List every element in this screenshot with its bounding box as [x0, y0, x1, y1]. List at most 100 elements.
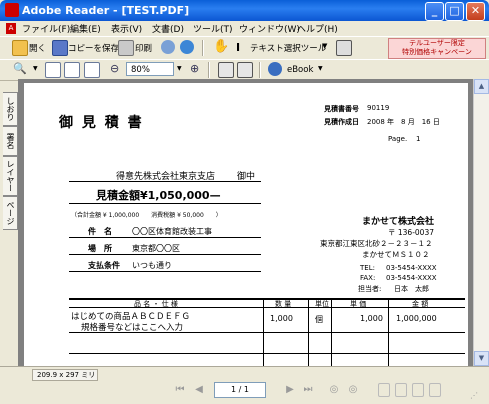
- promo-banner[interactable]: テルユーザー限定 特別価格キャンペーン: [388, 38, 486, 59]
- resize-grip-icon[interactable]: ⋰: [470, 391, 482, 401]
- adobe-reader-icon: [5, 3, 19, 17]
- tab-bookmarks[interactable]: しおり: [3, 92, 18, 126]
- col-header-item: 品 名 ・ 仕 様: [134, 300, 178, 308]
- page-size-indicator: 209.9 x 297 ミリ: [32, 369, 98, 381]
- postal-code: 〒 136-0037: [388, 228, 434, 237]
- tab-pages[interactable]: ページ: [3, 196, 18, 230]
- quote-no: 90119: [367, 104, 390, 112]
- promo-line-2: 特別価格キャンペーン: [402, 48, 472, 56]
- subject-label: 件 名: [88, 227, 112, 236]
- terms-label: 支払条件: [88, 261, 120, 270]
- ebook-dropdown-icon[interactable]: ▼: [318, 65, 323, 72]
- last-page-icon[interactable]: ⏭: [301, 383, 315, 397]
- menu-view[interactable]: 表示(V): [111, 22, 142, 35]
- search-binoculars-icon[interactable]: [161, 40, 175, 54]
- print-icon[interactable]: [118, 40, 134, 56]
- print-button[interactable]: 印刷: [135, 42, 152, 54]
- save-copy-button[interactable]: コピーを保存: [68, 42, 119, 54]
- chevron-down-icon[interactable]: ▼: [322, 42, 327, 50]
- row-unit: 個: [315, 315, 323, 324]
- save-copy-icon[interactable]: [52, 40, 68, 56]
- toolbar-separator: [208, 62, 210, 78]
- next-view-icon[interactable]: ◎: [346, 383, 360, 397]
- title-bar[interactable]: Adobe Reader - [TEST.PDF] _ □ ✕: [0, 0, 489, 21]
- menu-help[interactable]: ヘルプ(H): [297, 22, 338, 35]
- scroll-down-icon[interactable]: ▼: [474, 351, 489, 366]
- address-line-2: まかせてＭＳ１０２: [362, 250, 430, 259]
- menu-document[interactable]: 文書(D): [152, 22, 184, 35]
- address-line-1: 東京都江東区北砂２－２３－１２: [320, 239, 433, 248]
- table-row-line: [69, 332, 465, 333]
- scroll-up-icon[interactable]: ▲: [474, 79, 489, 94]
- zoom-dropdown-icon[interactable]: ▼: [177, 65, 182, 72]
- zoom-in-icon[interactable]: 🔍: [13, 62, 27, 75]
- prev-page-icon[interactable]: ◀: [192, 383, 206, 397]
- document-view[interactable]: 御 見 積 書 見積書番号 90119 見積作成日 2008 年 8 月 16 …: [18, 79, 473, 366]
- col-header-qty: 数 量: [275, 300, 292, 308]
- view-toolbar: 🔍 ▼ ⊖ 80% ▼ ⊕ eBook ▼: [0, 59, 489, 81]
- table-top-border: [69, 298, 465, 300]
- tel-value: 03-5454-XXXX: [386, 264, 437, 272]
- snapshot-icon[interactable]: [336, 40, 352, 56]
- tab-layers[interactable]: レイヤー: [3, 156, 18, 196]
- page-number: 1: [416, 135, 421, 143]
- text-select-tool-button[interactable]: テキスト選択ツール: [250, 42, 326, 54]
- zoom-tool-chevron-icon[interactable]: ▼: [33, 65, 38, 72]
- divider: [69, 254, 261, 255]
- menu-edit[interactable]: 編集(E): [70, 22, 101, 35]
- status-bar: 209.9 x 297 ミリ ⏮ ◀ 1 / 1 ▶ ⏭ ◎ ◎ ⋰: [0, 366, 489, 404]
- person-label: 担当者:: [358, 285, 382, 293]
- col-header-amount: 金 額: [412, 300, 429, 308]
- quote-amount: 見積金額¥1,050,000—: [96, 189, 221, 202]
- menu-window[interactable]: ウィンドウ(W): [239, 22, 300, 35]
- page-number-field[interactable]: 1 / 1: [214, 382, 266, 398]
- divider: [69, 181, 261, 182]
- terms-value: いつも通り: [132, 261, 172, 270]
- menu-bar: A ファイル(F) 編集(E) 表示(V) 文書(D) ツール(T) ウィンドウ…: [0, 21, 489, 36]
- maximize-button[interactable]: □: [445, 2, 464, 21]
- fit-page-icon[interactable]: [64, 62, 80, 78]
- ebook-button[interactable]: eBook: [287, 65, 313, 75]
- hand-tool-icon[interactable]: ✋: [213, 39, 229, 54]
- vertical-scrollbar[interactable]: ▲ ▼: [473, 79, 489, 366]
- web-globe-icon[interactable]: [180, 40, 194, 54]
- text-select-icon[interactable]: I: [236, 41, 240, 54]
- continuous-facing-icon[interactable]: [429, 383, 441, 397]
- zoom-level-select[interactable]: 80%: [126, 62, 174, 76]
- continuous-icon[interactable]: [395, 383, 407, 397]
- promo-line-1: テルユーザー限定: [409, 39, 465, 47]
- open-button[interactable]: 開く: [29, 42, 46, 54]
- actual-size-icon[interactable]: [45, 62, 61, 78]
- tab-signatures[interactable]: 署名: [3, 126, 18, 156]
- first-page-icon[interactable]: ⏮: [173, 383, 187, 397]
- rotate-icon[interactable]: [218, 62, 234, 78]
- zoom-out-icon[interactable]: ⊖: [110, 62, 119, 75]
- menu-tools[interactable]: ツール(T): [193, 22, 233, 35]
- toolbar-separator: [202, 40, 204, 56]
- main-toolbar: 開く コピーを保存 印刷 ✋ I テキスト選択ツール ▼ テルユーザー限定 特別…: [0, 36, 489, 60]
- ebook-icon[interactable]: [268, 62, 282, 76]
- fit-width-icon[interactable]: [84, 62, 100, 78]
- open-folder-icon[interactable]: [12, 40, 28, 56]
- col-header-unit: 単位: [315, 300, 329, 308]
- next-page-icon[interactable]: ▶: [283, 383, 297, 397]
- rotate-clockwise-icon[interactable]: [237, 62, 253, 78]
- place-value: 東京都〇〇区: [132, 244, 180, 253]
- close-button[interactable]: ✕: [466, 2, 485, 21]
- divider: [69, 237, 261, 238]
- pdf-page: 御 見 積 書 見積書番号 90119 見積作成日 2008 年 8 月 16 …: [24, 83, 468, 366]
- menu-file[interactable]: ファイル(F): [22, 22, 70, 35]
- toolbar-separator: [259, 62, 261, 78]
- facing-icon[interactable]: [412, 383, 424, 397]
- subject-value: 〇〇区体育館改装工事: [132, 227, 212, 236]
- minimize-button[interactable]: _: [425, 2, 444, 21]
- single-page-icon[interactable]: [378, 383, 390, 397]
- person-value: 日本 太郎: [394, 285, 429, 293]
- doc-title: 御 見 積 書: [59, 115, 144, 131]
- previous-view-icon[interactable]: ◎: [327, 383, 341, 397]
- place-label: 場 所: [88, 244, 112, 253]
- zoom-plus-icon[interactable]: ⊕: [190, 62, 199, 75]
- page-label: Page.: [388, 135, 408, 143]
- col-header-price: 単 価: [350, 300, 367, 308]
- pdf-doc-icon[interactable]: A: [6, 23, 16, 34]
